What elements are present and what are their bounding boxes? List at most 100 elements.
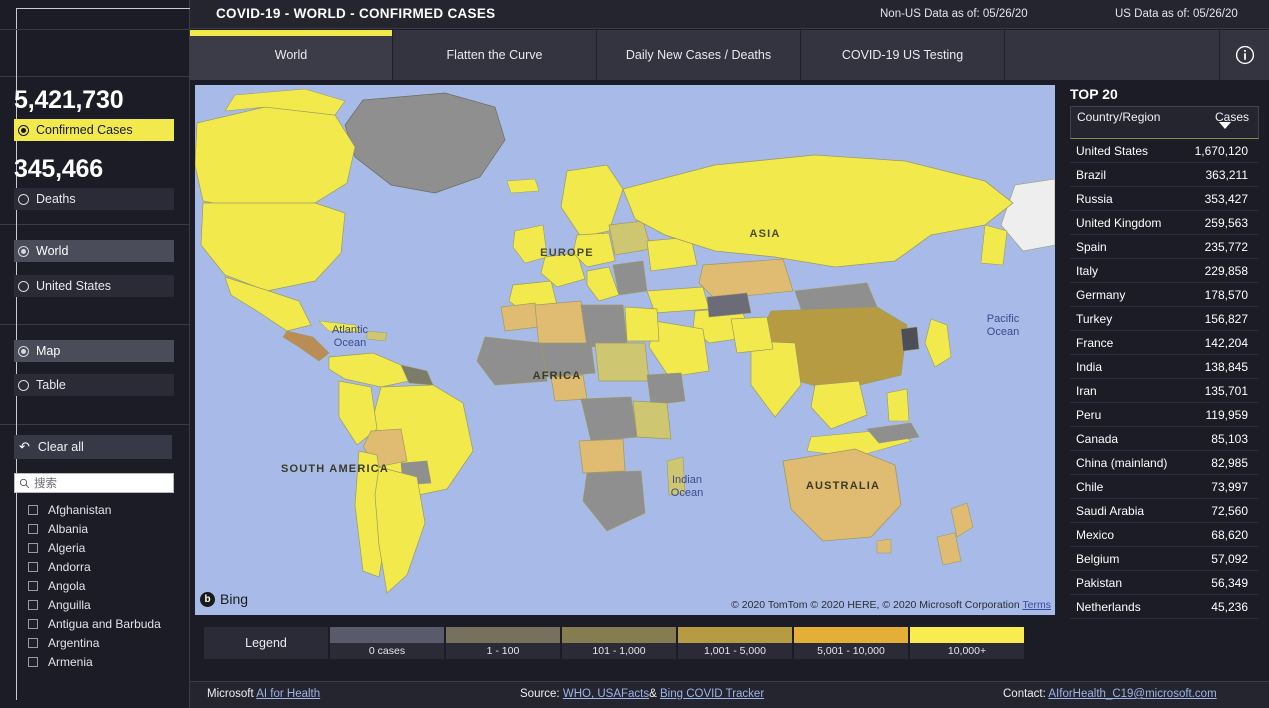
legend-bin-3[interactable]: 1,001 - 5,000	[678, 627, 792, 659]
map-region-poland-belarus[interactable]	[608, 220, 652, 256]
country-checkbox-row[interactable]: Armenia	[14, 652, 204, 671]
table-row[interactable]: United Kingdom 259,563	[1070, 211, 1259, 235]
radio-view-table[interactable]: Table	[14, 374, 174, 396]
radio-scope-world[interactable]: World	[14, 240, 174, 262]
world-map[interactable]: Atlantic Ocean Pacific Ocean Indian Ocea…	[195, 85, 1055, 615]
clear-all-button[interactable]: ↶ Clear all	[14, 435, 172, 459]
country-checkbox[interactable]	[28, 599, 38, 610]
table-cell-cases: 156,827	[1204, 311, 1248, 326]
country-search-input[interactable]: 搜索	[14, 473, 174, 493]
footer-bing-covid-tracker-link[interactable]: Bing COVID Tracker	[660, 688, 764, 700]
info-button[interactable]	[1220, 30, 1269, 80]
tab-daily-new-cases-deaths[interactable]: Daily New Cases / Deaths	[597, 30, 801, 80]
table-row[interactable]: China (mainland) 82,985	[1070, 451, 1259, 475]
map-region-hispaniola[interactable]	[366, 330, 388, 342]
table-row[interactable]: Germany 178,570	[1070, 283, 1259, 307]
country-checkbox[interactable]	[28, 542, 38, 553]
map-region-ethiopia[interactable]	[646, 372, 686, 406]
country-checkbox-row[interactable]: Andorra	[14, 557, 204, 576]
table-row[interactable]: United States 1,670,120	[1070, 139, 1259, 163]
country-checkbox-row[interactable]: Algeria	[14, 538, 204, 557]
table-row[interactable]: Pakistan 56,349	[1070, 571, 1259, 595]
country-label: Angola	[48, 578, 86, 593]
tab-world[interactable]: World	[190, 30, 393, 80]
country-checkbox-row[interactable]: Antigua and Barbuda	[14, 614, 204, 633]
table-row[interactable]: Canada 85,103	[1070, 427, 1259, 451]
footer-source-text: Source:	[520, 688, 560, 700]
column-header-country-region[interactable]: Country/Region	[1071, 107, 1175, 138]
map-region-sudan[interactable]	[594, 342, 650, 382]
radio-scope-united-states[interactable]: United States	[14, 275, 174, 297]
tab-covid-19-us-testing-label: COVID-19 US Testing	[841, 48, 964, 62]
legend-bin-4[interactable]: 5,001 - 10,000	[794, 627, 908, 659]
tab-covid-19-us-testing[interactable]: COVID-19 US Testing	[801, 30, 1005, 80]
table-cell-cases: 45,236	[1211, 599, 1248, 614]
country-checkbox-row[interactable]: Anguilla	[14, 595, 204, 614]
table-row[interactable]: Peru 119,959	[1070, 403, 1259, 427]
table-row[interactable]: Iran 135,701	[1070, 379, 1259, 403]
ocean-label-indian-1: Indian	[672, 474, 702, 486]
table-cell-country: Italy	[1076, 263, 1099, 278]
country-checkbox[interactable]	[28, 523, 38, 534]
radio-confirmed-cases-label: Confirmed Cases	[36, 123, 133, 137]
bing-logo[interactable]: b Bing	[200, 591, 248, 607]
tab-flatten-the-curve[interactable]: Flatten the Curve	[393, 30, 597, 80]
table-row[interactable]: India 138,845	[1070, 355, 1259, 379]
table-row[interactable]: Brazil 363,211	[1070, 163, 1259, 187]
map-region-morocco[interactable]	[500, 302, 540, 332]
map-region-dr-congo[interactable]	[580, 396, 638, 442]
footer-ai-for-health-link[interactable]: AI for Health	[256, 688, 320, 700]
table-row[interactable]: Chile 73,997	[1070, 475, 1259, 499]
footer-contact-email-link[interactable]: AIforHealth_C19@microsoft.com	[1048, 688, 1216, 700]
table-row[interactable]: Turkey 156,827	[1070, 307, 1259, 331]
country-checkbox[interactable]	[28, 504, 38, 515]
radio-deaths[interactable]: Deaths	[14, 188, 174, 210]
country-checkbox-row[interactable]: Afghanistan	[14, 500, 204, 519]
map-region-iceland[interactable]	[506, 178, 540, 194]
table-row[interactable]: Mexico 68,620	[1070, 523, 1259, 547]
country-checkbox-row[interactable]: Argentina	[14, 633, 204, 652]
map-region-libya[interactable]	[580, 304, 628, 348]
column-header-cases[interactable]: Cases	[1175, 107, 1255, 138]
country-checkbox[interactable]	[28, 561, 38, 572]
map-region-algeria[interactable]	[534, 300, 590, 348]
footer-who-usafacts-link[interactable]: WHO, USAFacts	[563, 688, 649, 700]
table-row[interactable]: Netherlands 45,236	[1070, 595, 1259, 619]
legend-bin-5[interactable]: 10,000+	[910, 627, 1024, 659]
map-region-pakistan-afghan[interactable]	[730, 316, 774, 354]
table-row[interactable]: Italy 229,858	[1070, 259, 1259, 283]
map-terms-link[interactable]: Terms	[1022, 599, 1051, 611]
table-row[interactable]: France 142,204	[1070, 331, 1259, 355]
legend-bin-1[interactable]: 1 - 100	[446, 627, 560, 659]
map-region-tasmania[interactable]	[876, 538, 892, 554]
map-region-korea[interactable]	[900, 326, 920, 352]
table-cell-cases: 72,560	[1211, 503, 1248, 518]
map-region-east-africa[interactable]	[632, 400, 672, 440]
country-checkbox[interactable]	[28, 656, 38, 667]
radio-confirmed-cases[interactable]: Confirmed Cases	[14, 119, 174, 141]
top20-title: TOP 20	[1070, 86, 1118, 102]
radio-view-map[interactable]: Map	[14, 340, 174, 362]
legend-bin-0[interactable]: 0 cases	[330, 627, 444, 659]
table-row[interactable]: Saudi Arabia 72,560	[1070, 499, 1259, 523]
legend-bin-2[interactable]: 101 - 1,000	[562, 627, 676, 659]
country-checkbox[interactable]	[28, 618, 38, 629]
map-region-philippines[interactable]	[886, 388, 910, 422]
country-checkbox-row[interactable]: Albania	[14, 519, 204, 538]
map-region-balkans[interactable]	[612, 260, 648, 296]
map-region-egypt[interactable]	[624, 306, 660, 342]
table-row[interactable]: Russia 353,427	[1070, 187, 1259, 211]
map-region-turkmenistan[interactable]	[706, 292, 752, 318]
world-map-canvas[interactable]: Atlantic Ocean Pacific Ocean Indian Ocea…	[195, 85, 1055, 615]
map-region-angola[interactable]	[578, 438, 626, 474]
radio-deaths-indicator	[18, 193, 29, 205]
table-row[interactable]: Belgium 57,092	[1070, 547, 1259, 571]
country-checkbox[interactable]	[28, 580, 38, 591]
tab-daily-new-cases-deaths-label: Daily New Cases / Deaths	[625, 48, 772, 62]
table-row[interactable]: Spain 235,772	[1070, 235, 1259, 259]
legend-swatch-0	[330, 627, 444, 643]
country-checkbox-row[interactable]: Angola	[14, 576, 204, 595]
country-checkbox[interactable]	[28, 637, 38, 648]
map-region-kamchatka[interactable]	[980, 224, 1008, 266]
table-cell-cases: 229,858	[1204, 263, 1248, 278]
